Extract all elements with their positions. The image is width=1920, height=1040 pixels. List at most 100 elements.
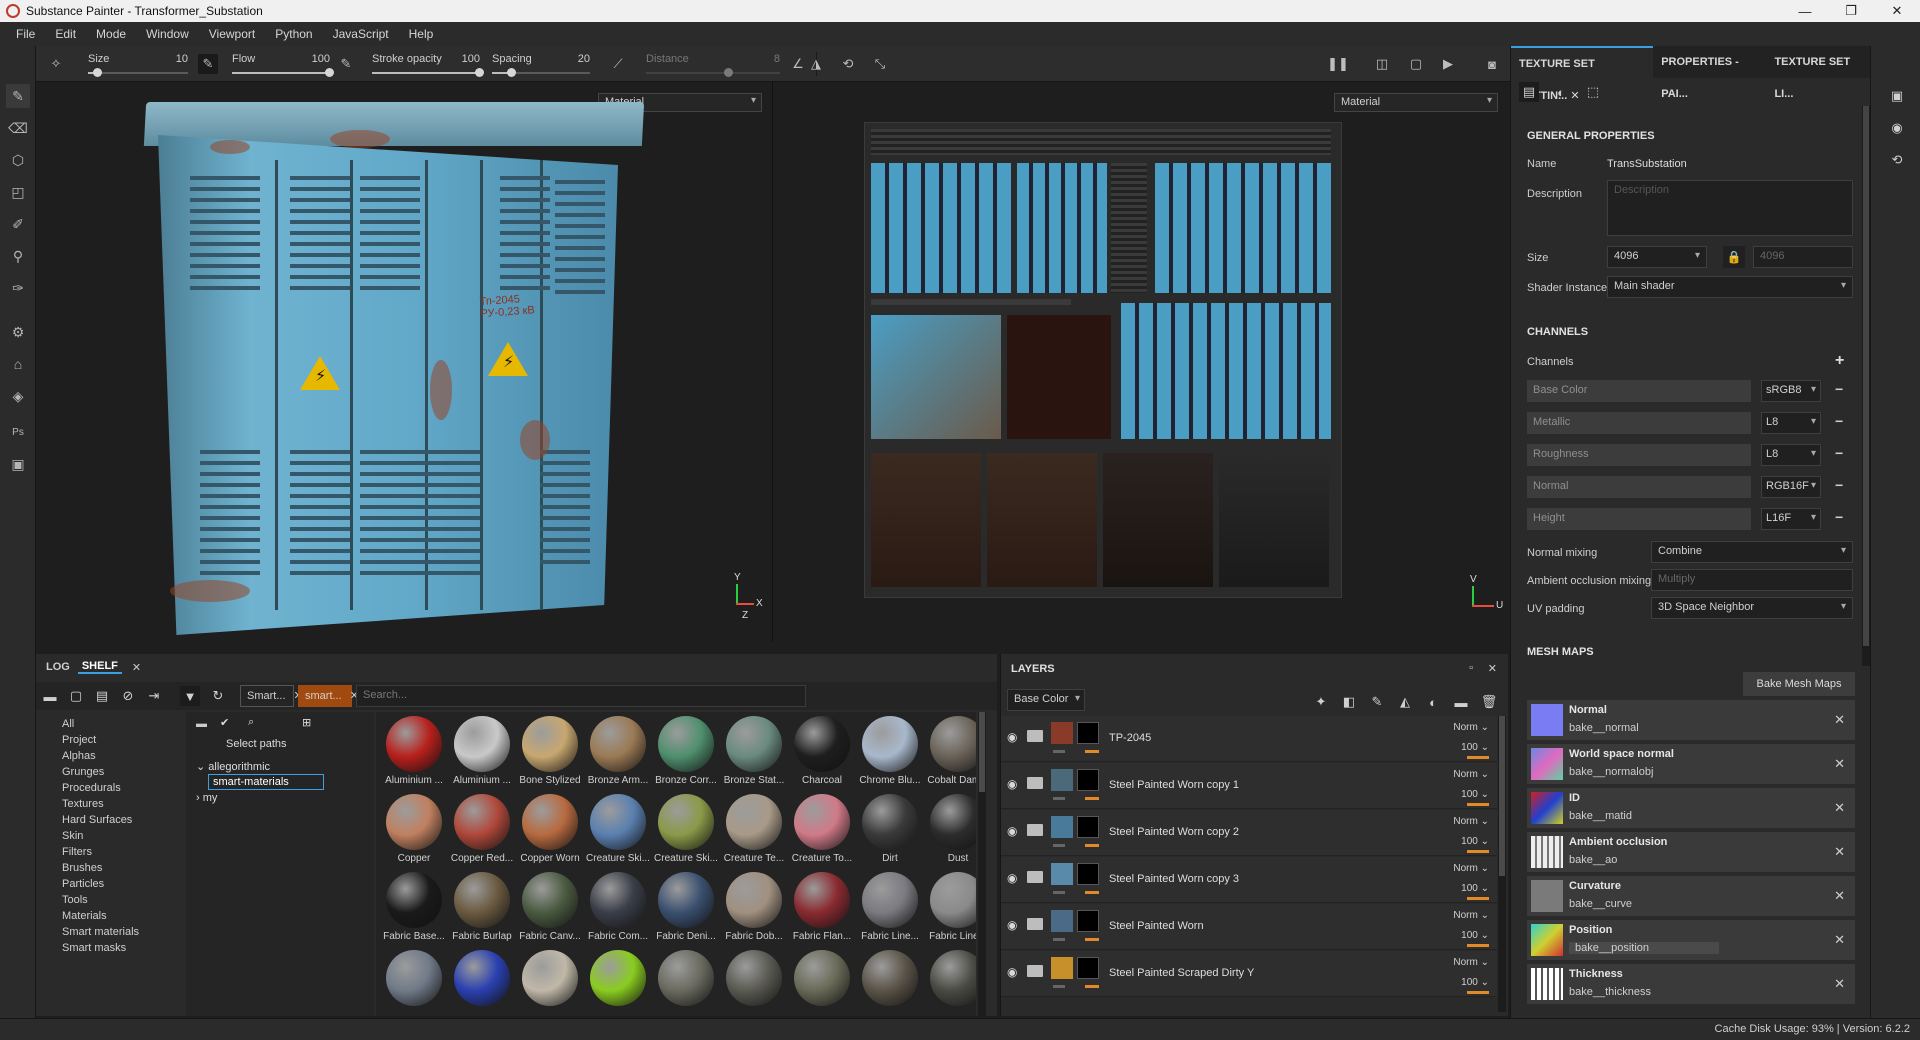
add-mask-icon[interactable]: ◧ xyxy=(1339,692,1359,712)
tab-properties[interactable]: PROPERTIES - PAI... xyxy=(1653,46,1766,100)
spacing-value[interactable]: 20 xyxy=(578,53,590,65)
layer-blend-mode[interactable]: Norm ⌄ xyxy=(1453,722,1489,733)
category-item[interactable]: Grunges xyxy=(62,766,104,778)
layer-blend-mode[interactable]: Norm ⌄ xyxy=(1453,910,1489,921)
maximize-icon[interactable]: ❐ xyxy=(1828,0,1874,22)
mesh-map-id[interactable]: ID bake__matid ✕ xyxy=(1527,788,1855,828)
category-item[interactable]: Textures xyxy=(62,798,104,810)
mesh-map-normal[interactable]: Normal bake__normal ✕ xyxy=(1527,700,1855,740)
mesh-map-position[interactable]: Position bake__position ✕ xyxy=(1527,920,1855,960)
tab-log[interactable]: LOG xyxy=(42,661,74,673)
channel-height[interactable]: Height xyxy=(1527,508,1751,530)
material-thumbnail[interactable]: Copper xyxy=(380,792,448,870)
viewport-2d-channel-select[interactable]: Material ▾ xyxy=(1334,93,1498,112)
material-thumbnail[interactable] xyxy=(720,948,788,1016)
material-thumbnail[interactable] xyxy=(516,948,584,1016)
category-item[interactable]: Materials xyxy=(62,910,107,922)
material-thumbnail[interactable]: Dirt xyxy=(856,792,924,870)
close-icon[interactable]: ✕ xyxy=(1834,888,1845,904)
export-icon[interactable]: ▣ xyxy=(6,452,30,476)
channel-format-select[interactable]: L8 ▾ xyxy=(1761,412,1821,434)
menu-mode[interactable]: Mode xyxy=(86,27,136,41)
material-thumbnail[interactable]: Copper Worn xyxy=(516,792,584,870)
material-thumbnail[interactable]: Creature Ski... xyxy=(584,792,652,870)
add-channel-icon[interactable]: + xyxy=(1835,352,1844,370)
channel-base-color[interactable]: Base Color xyxy=(1527,380,1751,402)
menu-python[interactable]: Python xyxy=(265,27,322,41)
layers-scrollbar[interactable] xyxy=(1498,716,1506,1012)
stroke-opacity-value[interactable]: 100 xyxy=(462,53,480,65)
material-thumbnail[interactable]: Bronze Corr... xyxy=(652,714,720,792)
tab-texture-set-settings[interactable]: TEXTURE SET SETTIN... ✕ xyxy=(1511,46,1654,102)
hide-icon[interactable]: ⊘ xyxy=(118,686,138,706)
stroke-opacity-slider[interactable]: Stroke opacity 100 xyxy=(372,50,484,80)
remove-channel-icon[interactable]: − xyxy=(1835,509,1843,525)
layer-row[interactable]: ◉ Steel Painted Worn copy 1 Norm ⌄ 100 ⌄ xyxy=(1001,763,1497,809)
split-view-icon[interactable]: ◫ xyxy=(1372,54,1392,74)
close-icon[interactable]: ✕ xyxy=(1834,932,1845,948)
visibility-eye-icon[interactable]: ◉ xyxy=(1007,871,1023,887)
material-thumbnail[interactable] xyxy=(788,948,856,1016)
close-icon[interactable]: ✕ xyxy=(1834,800,1845,816)
layer-blend-mode[interactable]: Norm ⌄ xyxy=(1453,863,1489,874)
uv-padding-select[interactable]: 3D Space Neighbor ▾ xyxy=(1651,597,1853,619)
material-thumbnail[interactable]: Fabric Dob... xyxy=(720,870,788,948)
material-thumbnail[interactable]: Dust xyxy=(924,792,976,870)
material-thumbnail[interactable]: Bronze Stat... xyxy=(720,714,788,792)
layer-opacity[interactable]: 100 ⌄ xyxy=(1461,977,1489,988)
shelf-scrollbar[interactable] xyxy=(978,712,986,1016)
layer-row[interactable]: ◉ Steel Painted Worn copy 3 Norm ⌄ 100 ⌄ xyxy=(1001,857,1497,903)
eraser-icon[interactable]: ⌫ xyxy=(6,116,30,140)
folder-icon[interactable]: ▬ xyxy=(40,686,60,706)
minimize-icon[interactable]: — xyxy=(1782,0,1828,22)
material-sphere-icon[interactable]: ◐ xyxy=(1551,82,1571,102)
projection-icon[interactable]: ⬡ xyxy=(6,148,30,172)
menu-edit[interactable]: Edit xyxy=(45,27,86,41)
screenshot-icon[interactable]: ◙ xyxy=(1482,54,1502,74)
filter-chip-smart-materials[interactable]: smart... ✕ xyxy=(298,685,359,707)
mesh-map-ambient-occlusion[interactable]: Ambient occlusion bake__ao ✕ xyxy=(1527,832,1855,872)
layer-opacity[interactable]: 100 ⌄ xyxy=(1461,742,1489,753)
menu-help[interactable]: Help xyxy=(399,27,444,41)
visibility-eye-icon[interactable]: ◉ xyxy=(1007,730,1023,746)
channel-format-select[interactable]: sRGB8 ▾ xyxy=(1761,380,1821,402)
channel-format-select[interactable]: L16F ▾ xyxy=(1761,508,1821,530)
category-item[interactable]: Skin xyxy=(62,830,83,842)
mesh-map-curvature[interactable]: Curvature bake__curve ✕ xyxy=(1527,876,1855,916)
layer-row[interactable]: ◉ Steel Painted Scraped Dirty Y Norm ⌄ 100 … xyxy=(1001,951,1497,997)
material-thumbnail[interactable] xyxy=(448,948,516,1016)
category-item[interactable]: Hard Surfaces xyxy=(62,814,132,826)
category-item[interactable]: Brushes xyxy=(62,862,102,874)
display-mode-icon[interactable]: ▢ xyxy=(1406,54,1426,74)
display-settings-icon[interactable]: ◉ xyxy=(1887,118,1907,138)
material-thumbnail[interactable]: Fabric Line... xyxy=(856,870,924,948)
channel-roughness[interactable]: Roughness xyxy=(1527,444,1751,466)
spacing-knob[interactable] xyxy=(506,68,516,77)
material-thumbnail[interactable]: Fabric Deni... xyxy=(652,870,720,948)
symmetry-icon[interactable]: ◮ xyxy=(806,54,826,74)
material-thumbnail[interactable] xyxy=(584,948,652,1016)
bake-icon[interactable]: ⌂ xyxy=(6,352,30,376)
category-item[interactable]: Smart materials xyxy=(62,926,139,938)
visibility-eye-icon[interactable]: ◉ xyxy=(1007,824,1023,840)
channel-normal[interactable]: Normal xyxy=(1527,476,1751,498)
stroke-opacity-knob[interactable] xyxy=(475,68,484,77)
material-thumbnail[interactable] xyxy=(924,948,976,1016)
save-icon[interactable]: ▤ xyxy=(92,686,112,706)
close-icon[interactable]: ✕ xyxy=(1488,662,1497,675)
tree-item-smart-materials[interactable]: smart-materials xyxy=(208,774,324,790)
category-item[interactable]: Project xyxy=(62,734,96,746)
category-item[interactable]: Smart masks xyxy=(62,942,126,954)
lazy-mouse-icon[interactable]: ⟋ xyxy=(608,54,628,74)
tab-texture-set-list[interactable]: TEXTURE SET LI... xyxy=(1766,46,1871,100)
new-shelf-icon[interactable]: ▢ xyxy=(66,686,86,706)
polygon-fill-icon[interactable]: ◰ xyxy=(6,180,30,204)
menu-viewport[interactable]: Viewport xyxy=(199,27,265,41)
menu-file[interactable]: File xyxy=(6,27,45,41)
description-field[interactable]: Description xyxy=(1607,180,1853,236)
mesh-map-world-space-normal[interactable]: World space normal bake__normalobj ✕ xyxy=(1527,744,1855,784)
channel-format-select[interactable]: RGB16F ▾ xyxy=(1761,476,1821,498)
add-paint-layer-icon[interactable]: ✎ xyxy=(1367,692,1387,712)
visibility-eye-icon[interactable]: ◉ xyxy=(1007,918,1023,934)
color-picker-icon[interactable]: ✑ xyxy=(6,276,30,300)
